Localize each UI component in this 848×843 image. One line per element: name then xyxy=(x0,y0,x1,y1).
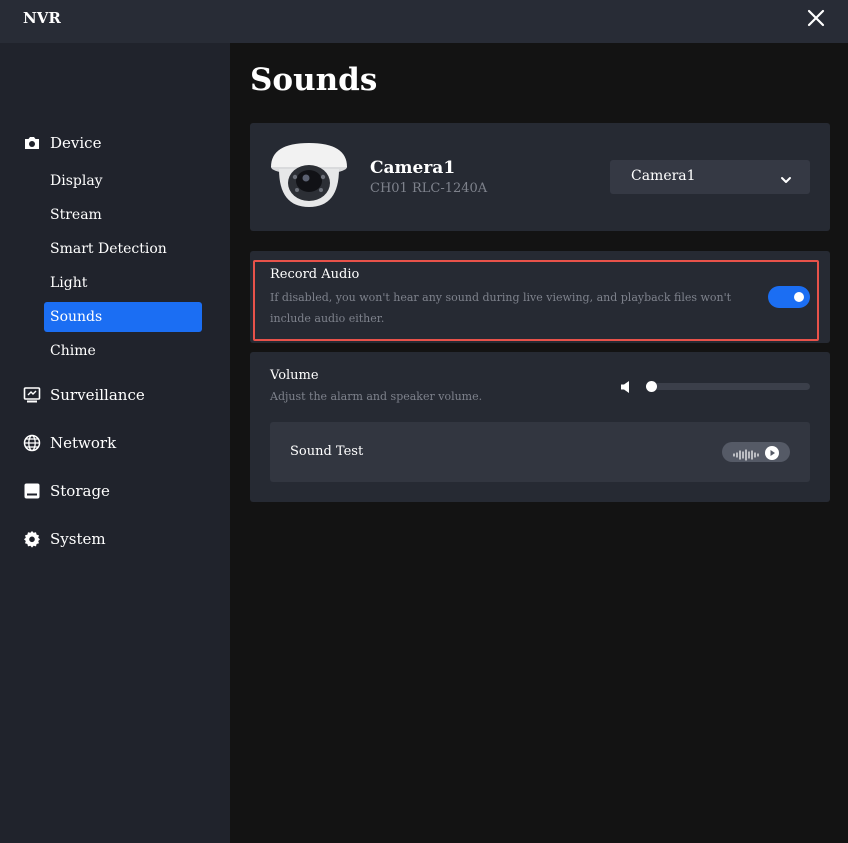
volume-slider[interactable] xyxy=(646,383,810,390)
sidebar-item-smart-detection[interactable]: Smart Detection xyxy=(44,234,202,264)
app-title: NVR xyxy=(23,9,61,27)
record-audio-card: Record Audio If disabled, you won't hear… xyxy=(250,251,830,343)
sidebar-item-display[interactable]: Display xyxy=(44,166,202,196)
camera-icon xyxy=(22,134,41,153)
camera-name: Camera1 xyxy=(370,158,456,178)
sidebar-group-label: Device xyxy=(50,134,102,152)
camera-select[interactable]: Camera1 xyxy=(610,160,810,194)
sidebar-group-label: Network xyxy=(50,434,117,452)
record-audio-toggle[interactable] xyxy=(768,286,810,308)
volume-title: Volume xyxy=(270,368,319,383)
sidebar-group-network[interactable]: Network xyxy=(22,431,116,455)
sound-test-row: Sound Test xyxy=(270,422,810,482)
sound-test-label: Sound Test xyxy=(290,444,364,459)
close-icon[interactable] xyxy=(804,6,828,30)
camera-select-value: Camera1 xyxy=(631,168,696,184)
record-audio-description: If disabled, you won't hear any sound du… xyxy=(270,291,732,325)
globe-icon xyxy=(22,434,41,453)
sidebar-item-light[interactable]: Light xyxy=(44,268,202,298)
sidebar-group-surveillance[interactable]: Surveillance xyxy=(22,383,145,407)
toggle-knob xyxy=(794,292,804,302)
sidebar-item-chime[interactable]: Chime xyxy=(44,336,202,366)
waveform-icon xyxy=(733,446,763,461)
volume-slider-thumb[interactable] xyxy=(646,381,657,392)
record-audio-title: Record Audio xyxy=(270,267,360,282)
camera-model: CH01 RLC-1240A xyxy=(370,181,488,196)
sidebar-group-label: Surveillance xyxy=(50,386,145,404)
sidebar-item-sounds[interactable]: Sounds xyxy=(44,302,202,332)
sidebar-group-label: System xyxy=(50,530,106,548)
sidebar-group-label: Storage xyxy=(50,482,110,500)
page-title: Sounds xyxy=(250,62,378,98)
surveillance-icon xyxy=(22,386,41,405)
sidebar: Device Display Stream Smart Detection Li… xyxy=(0,43,230,843)
gear-icon xyxy=(22,530,41,549)
play-icon xyxy=(765,445,779,460)
sound-test-play-button[interactable] xyxy=(722,442,790,462)
volume-description: Adjust the alarm and speaker volume. xyxy=(270,390,483,403)
camera-thumbnail xyxy=(268,137,350,221)
sidebar-group-storage[interactable]: Storage xyxy=(22,479,110,503)
title-bar: NVR xyxy=(0,0,848,43)
storage-icon xyxy=(22,482,41,501)
chevron-down-icon xyxy=(780,171,792,183)
speaker-icon xyxy=(620,379,632,393)
volume-card: Volume Adjust the alarm and speaker volu… xyxy=(250,352,830,502)
camera-card: Camera1 CH01 RLC-1240A Camera1 xyxy=(250,123,830,231)
sidebar-item-stream[interactable]: Stream xyxy=(44,200,202,230)
sidebar-group-system[interactable]: System xyxy=(22,527,106,551)
sidebar-group-device[interactable]: Device xyxy=(22,131,101,155)
